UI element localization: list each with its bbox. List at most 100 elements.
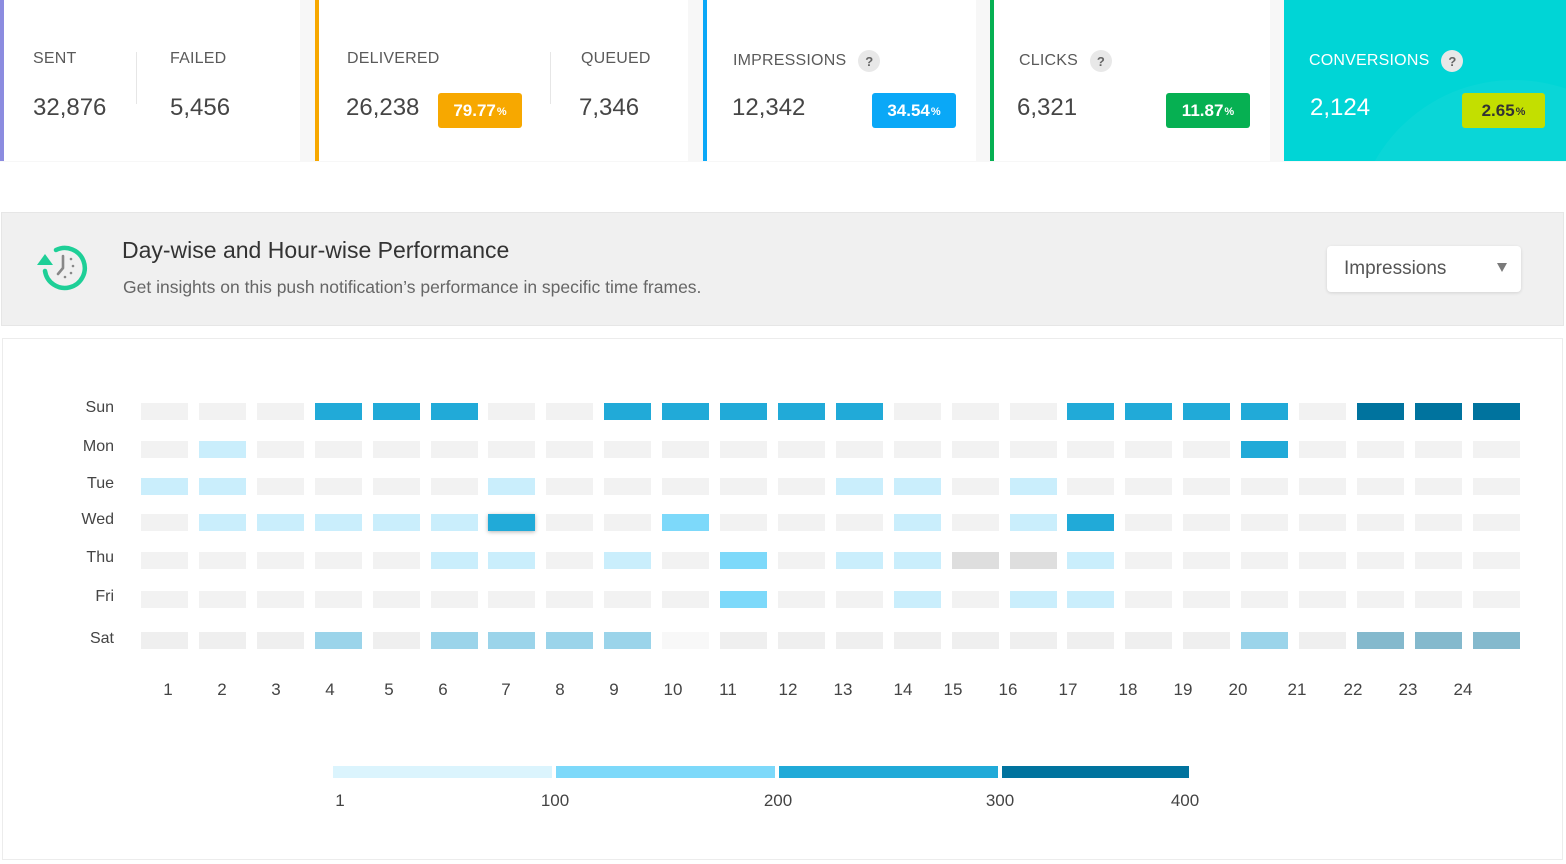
heatmap-cell[interactable] [373,478,420,495]
heatmap-cell[interactable] [952,632,999,649]
heatmap-cell[interactable] [720,591,767,608]
heatmap-cell[interactable] [315,403,362,420]
heatmap-cell[interactable] [1010,403,1057,420]
heatmap-cell[interactable] [952,591,999,608]
heatmap-cell[interactable] [952,514,999,531]
heatmap-cell[interactable] [604,632,651,649]
heatmap-cell[interactable] [1183,403,1230,420]
heatmap-cell[interactable] [1415,403,1462,420]
heatmap-cell[interactable] [1415,478,1462,495]
heatmap-cell[interactable] [199,403,246,420]
heatmap-cell[interactable] [778,552,825,569]
heatmap-cell[interactable] [1010,552,1057,569]
heatmap-cell[interactable] [720,403,767,420]
heatmap-cell[interactable] [141,632,188,649]
heatmap-cell[interactable] [1299,514,1346,531]
heatmap-cell[interactable] [199,591,246,608]
heatmap-cell[interactable] [836,632,883,649]
heatmap-cell[interactable] [836,514,883,531]
heatmap-cell[interactable] [546,441,593,458]
heatmap-cell[interactable] [546,552,593,569]
heatmap-cell[interactable] [257,552,304,569]
heatmap-cell[interactable] [488,441,535,458]
heatmap-cell[interactable] [952,441,999,458]
heatmap-cell[interactable] [1299,591,1346,608]
help-icon[interactable]: ? [1090,50,1112,72]
heatmap-cell[interactable] [1473,552,1520,569]
heatmap-cell[interactable] [1357,552,1404,569]
heatmap-cell[interactable] [720,514,767,531]
heatmap-cell[interactable] [604,552,651,569]
heatmap-cell[interactable] [546,632,593,649]
heatmap-cell[interactable] [1473,514,1520,531]
heatmap-cell[interactable] [720,552,767,569]
heatmap-cell[interactable] [1183,632,1230,649]
heatmap-cell[interactable] [1241,441,1288,458]
heatmap-cell[interactable] [1473,591,1520,608]
heatmap-cell[interactable] [373,632,420,649]
heatmap-cell[interactable] [1067,514,1114,531]
heatmap-cell[interactable] [315,552,362,569]
heatmap-cell[interactable] [1183,478,1230,495]
heatmap-cell[interactable] [257,478,304,495]
heatmap-cell[interactable] [431,441,478,458]
heatmap-cell[interactable] [373,591,420,608]
heatmap-cell[interactable] [1241,514,1288,531]
heatmap-cell[interactable] [315,632,362,649]
heatmap-cell[interactable] [1241,632,1288,649]
heatmap-cell[interactable] [604,403,651,420]
heatmap-cell[interactable] [720,632,767,649]
heatmap-cell[interactable] [894,441,941,458]
heatmap-cell[interactable] [1415,552,1462,569]
heatmap-cell[interactable] [1067,403,1114,420]
heatmap-cell[interactable] [662,552,709,569]
heatmap-cell[interactable] [431,403,478,420]
heatmap-cell[interactable] [141,552,188,569]
heatmap-cell[interactable] [894,632,941,649]
heatmap-cell[interactable] [1357,403,1404,420]
heatmap-cell[interactable] [662,591,709,608]
heatmap-cell[interactable] [604,591,651,608]
heatmap-cell[interactable] [1125,632,1172,649]
heatmap-cell[interactable] [199,478,246,495]
heatmap-cell[interactable] [1010,478,1057,495]
heatmap-cell[interactable] [662,514,709,531]
heatmap-cell[interactable] [1415,632,1462,649]
heatmap-cell[interactable] [778,441,825,458]
heatmap-cell[interactable] [1067,591,1114,608]
heatmap-cell[interactable] [1125,403,1172,420]
heatmap-cell[interactable] [894,552,941,569]
heatmap-cell[interactable] [1299,441,1346,458]
heatmap-cell[interactable] [662,403,709,420]
heatmap-cell[interactable] [431,514,478,531]
heatmap-cell[interactable] [1067,632,1114,649]
heatmap-cell[interactable] [488,552,535,569]
heatmap-cell[interactable] [1357,632,1404,649]
heatmap-cell[interactable] [546,514,593,531]
heatmap-cell[interactable] [199,632,246,649]
heatmap-cell[interactable] [720,441,767,458]
heatmap-cell[interactable] [836,552,883,569]
heatmap-cell[interactable] [373,403,420,420]
heatmap-cell[interactable] [778,591,825,608]
heatmap-cell[interactable] [141,403,188,420]
heatmap-cell[interactable] [1357,514,1404,531]
heatmap-cell[interactable] [894,591,941,608]
heatmap-cell[interactable] [1473,632,1520,649]
heatmap-cell[interactable] [141,478,188,495]
heatmap-cell[interactable] [952,552,999,569]
heatmap-cell[interactable] [141,441,188,458]
heatmap-cell[interactable] [604,478,651,495]
heatmap-cell[interactable] [1473,478,1520,495]
heatmap-cell[interactable] [1067,441,1114,458]
heatmap-cell[interactable] [836,441,883,458]
heatmap-cell[interactable] [1183,514,1230,531]
heatmap-cell[interactable] [373,514,420,531]
heatmap-cell[interactable] [257,632,304,649]
heatmap-cell[interactable] [257,514,304,531]
heatmap-cell[interactable] [1241,403,1288,420]
heatmap-cell[interactable] [1357,478,1404,495]
heatmap-cell[interactable] [1125,591,1172,608]
heatmap-cell[interactable] [431,591,478,608]
heatmap-cell[interactable] [1010,591,1057,608]
